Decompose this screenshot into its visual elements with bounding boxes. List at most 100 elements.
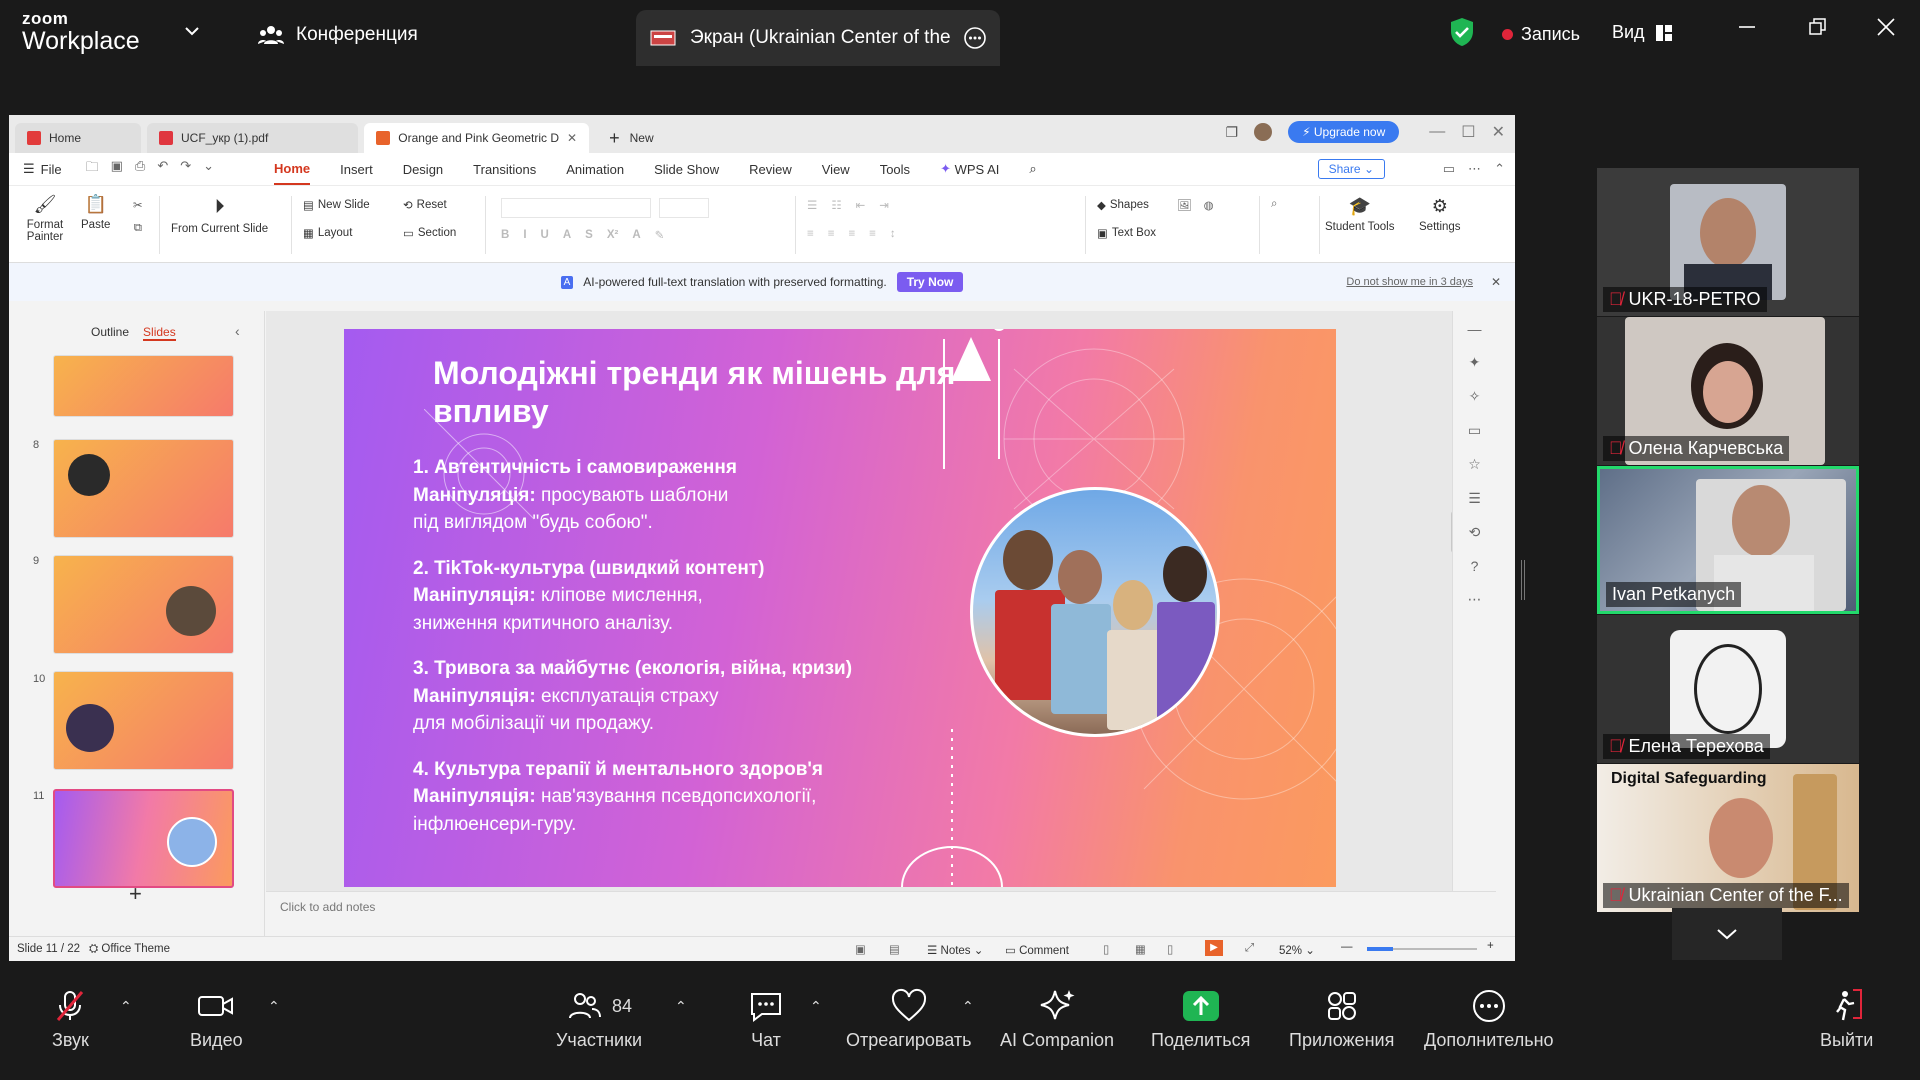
zoom-out-icon[interactable]: —: [1341, 941, 1353, 953]
file-menu[interactable]: ☰ File: [23, 161, 62, 177]
comment-icon[interactable]: ▭: [1443, 161, 1455, 177]
menu-view[interactable]: View: [822, 153, 850, 185]
transition-icon[interactable]: ▭: [1468, 422, 1481, 439]
theme-indicator[interactable]: ⛭ Office Theme: [89, 943, 170, 956]
menu-design[interactable]: Design: [403, 153, 443, 185]
menu-slide-show[interactable]: Slide Show: [654, 153, 719, 185]
line-spacing-icon[interactable]: ↕: [890, 228, 896, 240]
animation-icon[interactable]: ✧: [1469, 388, 1481, 405]
chat-options-caret-icon[interactable]: ⌃: [810, 998, 822, 1015]
react-button[interactable]: Отреагировать: [846, 988, 972, 1051]
menu-home[interactable]: Home: [274, 153, 311, 185]
format-painter-button[interactable]: 🖌 Format Painter: [19, 194, 71, 243]
scroll-participants-down-button[interactable]: [1672, 908, 1782, 960]
properties-icon[interactable]: ☰: [1468, 490, 1481, 507]
from-current-slide-button[interactable]: ⏵ From Current Slide: [171, 196, 268, 235]
share-screen-button[interactable]: Поделиться: [1151, 988, 1250, 1051]
italic-icon[interactable]: I: [523, 229, 526, 241]
shapes-button[interactable]: ◆ Shapes: [1097, 198, 1149, 212]
numbering-icon[interactable]: ☷: [831, 198, 841, 212]
image-icon[interactable]: 🖼: [1177, 198, 1192, 212]
font-name-select[interactable]: [501, 198, 651, 218]
help-icon[interactable]: ?: [1471, 558, 1479, 574]
slide-thumbnail-selected[interactable]: [53, 789, 234, 888]
redo-icon[interactable]: ↷: [180, 158, 191, 180]
menu-transitions[interactable]: Transitions: [473, 153, 536, 185]
text-box-button[interactable]: ▣ Text Box: [1097, 226, 1156, 240]
more-options-icon[interactable]: [964, 27, 986, 49]
print-icon[interactable]: ⎙: [135, 158, 145, 180]
chat-button[interactable]: Чат: [748, 988, 784, 1051]
student-tools-button[interactable]: 🎓 Student Tools: [1325, 196, 1394, 233]
participant-video[interactable]: 🎙̸ Елена Терехова: [1597, 615, 1859, 763]
notes-toggle[interactable]: ☰ Notes ⌄: [927, 943, 983, 957]
close-icon[interactable]: ✕: [1492, 122, 1505, 142]
fit-slide-icon[interactable]: ▣: [855, 942, 866, 956]
collapse-icon[interactable]: —: [1468, 321, 1482, 337]
find-icon[interactable]: ⌕: [1271, 198, 1277, 211]
bold-icon[interactable]: B: [501, 229, 509, 241]
participants-options-caret-icon[interactable]: ⌃: [675, 998, 687, 1015]
menu-insert[interactable]: Insert: [340, 153, 373, 185]
collapse-panel-icon[interactable]: ‹: [235, 323, 240, 339]
apps-button[interactable]: Приложения: [1289, 988, 1394, 1051]
tab-presentation[interactable]: Orange and Pink Geometric D ✕: [364, 123, 590, 153]
strike-icon[interactable]: A: [563, 229, 571, 241]
history-icon[interactable]: ⟲: [1469, 524, 1481, 541]
slide-canvas[interactable]: Молодіжні тренди як мішень для впливу 1.…: [344, 329, 1336, 887]
audio-button[interactable]: Звук: [52, 988, 89, 1051]
undo-icon[interactable]: ↶: [157, 158, 168, 180]
slide-thumbnail[interactable]: [53, 555, 234, 654]
chevron-down-icon[interactable]: [184, 26, 200, 36]
underline-icon[interactable]: U: [541, 229, 549, 241]
indent-icon[interactable]: ⇥: [879, 198, 889, 212]
paste-button[interactable]: 📋 Paste: [81, 194, 110, 231]
view-button[interactable]: Вид: [1612, 22, 1673, 43]
layout-button[interactable]: ▦ Layout: [303, 226, 352, 240]
ai-companion-button[interactable]: AI Companion: [1000, 988, 1114, 1051]
dismiss-link[interactable]: Do not show me in 3 days: [1346, 276, 1473, 288]
highlight-icon[interactable]: ✎: [655, 228, 665, 242]
save-icon[interactable]: ▣: [111, 158, 123, 180]
leave-button[interactable]: Выйти: [1820, 988, 1873, 1051]
new-slide-button[interactable]: ▤ New Slide: [303, 198, 370, 212]
menu-tools[interactable]: Tools: [880, 153, 910, 185]
new-tab-button[interactable]: + New: [609, 123, 654, 153]
restore-icon[interactable]: [1808, 17, 1828, 37]
menu-wps-ai[interactable]: ✦ WPS AI: [940, 153, 999, 185]
zoom-in-icon[interactable]: +: [1487, 940, 1494, 952]
video-button[interactable]: Видео: [190, 988, 243, 1051]
notes-area[interactable]: Click to add notes: [266, 891, 1496, 936]
outdent-icon[interactable]: ⇤: [856, 198, 866, 212]
sorter-view-icon[interactable]: ▦: [1135, 942, 1146, 956]
chevron-down-icon[interactable]: ⌄: [203, 158, 214, 180]
superscript-icon[interactable]: X²: [607, 229, 619, 241]
security-shield-icon[interactable]: [1449, 17, 1475, 47]
upgrade-button[interactable]: ⚡ Upgrade now: [1288, 121, 1400, 143]
maximize-icon[interactable]: ☐: [1461, 122, 1475, 142]
share-button[interactable]: Share ⌄: [1317, 159, 1385, 179]
menu-animation[interactable]: Animation: [566, 153, 624, 185]
minimize-icon[interactable]: [1737, 17, 1757, 37]
best-fit-icon[interactable]: ⤢: [1245, 942, 1254, 955]
meeting-title[interactable]: Конференция: [258, 24, 418, 46]
participant-video[interactable]: 🎙̸ UKR-18-PETRO: [1597, 168, 1859, 316]
splitter-handle[interactable]: [1521, 560, 1525, 600]
slide-thumbnail[interactable]: [53, 355, 234, 417]
minimize-icon[interactable]: —: [1429, 123, 1445, 141]
font-size-select[interactable]: [659, 198, 709, 218]
window-mode-icon[interactable]: ❐: [1226, 124, 1239, 141]
justify-icon[interactable]: ≡: [869, 228, 876, 240]
more-button[interactable]: Дополнительно: [1424, 988, 1554, 1051]
slide-body[interactable]: 1. Автентичність і самовираження Маніпул…: [413, 454, 973, 838]
normal-view-icon[interactable]: ▯: [1103, 942, 1109, 956]
participant-video[interactable]: Digital Safeguarding 🎙̸ Ukrainian Center …: [1597, 764, 1859, 912]
reset-button[interactable]: ⟲ Reset: [403, 198, 447, 212]
audio-options-caret-icon[interactable]: ⌃: [120, 998, 132, 1015]
align-center-icon[interactable]: ≡: [828, 228, 835, 240]
participant-video[interactable]: 🎙̸ Олена Карчевська: [1597, 317, 1859, 465]
fill-icon[interactable]: ◍: [1204, 198, 1214, 212]
settings-button[interactable]: ⚙ Settings: [1419, 196, 1461, 233]
video-options-caret-icon[interactable]: ⌃: [268, 998, 280, 1015]
more-icon[interactable]: ⋯: [1468, 161, 1481, 177]
